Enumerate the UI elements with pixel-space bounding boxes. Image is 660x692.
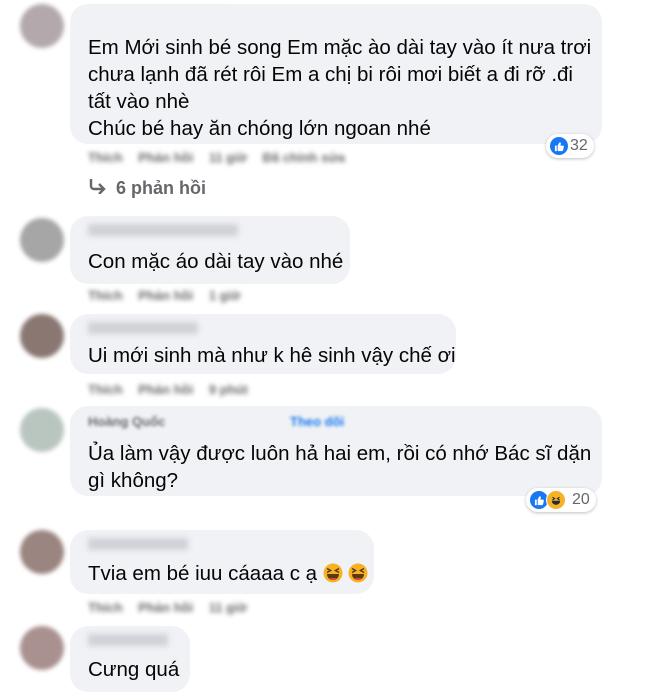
reaction-count: 20: [572, 491, 590, 508]
comment-text: Ui mới sinh mà như k hê sinh vậy chế ơi: [88, 344, 456, 367]
haha-icon: [546, 490, 566, 510]
follow-link[interactable]: Theo dõi: [290, 414, 344, 429]
comment-actions[interactable]: Thích Phản hồi 1 giờ: [88, 288, 252, 303]
timestamp[interactable]: 1 giờ: [209, 288, 241, 303]
avatar[interactable]: [20, 314, 64, 358]
commenter-name[interactable]: Hoàng Quốc: [88, 414, 165, 429]
reply-action[interactable]: Phản hồi: [138, 150, 193, 165]
comment-text: Cưng quá: [88, 658, 180, 681]
comment-bubble: Em Mới sinh bé song Em mặc ào dài tay và…: [70, 4, 602, 144]
avatar[interactable]: [20, 626, 64, 670]
avatar[interactable]: [20, 408, 64, 452]
comment-text: Em Mới sinh bé song Em mặc ào dài tay và…: [88, 36, 592, 140]
comment-bubble: Hoàng Quốc Theo dõi Ủa làm vậy được luôn…: [70, 406, 602, 496]
like-action[interactable]: Thích: [88, 150, 123, 165]
reply-action[interactable]: Phản hồi: [138, 382, 193, 397]
like-action[interactable]: Thích: [88, 382, 123, 397]
comment-bubble: Cưng quá: [70, 626, 190, 692]
timestamp[interactable]: 11 giờ: [209, 150, 247, 165]
comment-text: Con mặc áo dài tay vào nhé: [88, 250, 344, 273]
comment-actions[interactable]: Thích Phản hồi 9 phút: [88, 382, 260, 397]
comment-text: Tvia em bé iuu cáaaa c ạ: [88, 560, 368, 587]
squinting-laugh-emoji: [323, 563, 343, 583]
comment-bubble: Con mặc áo dài tay vào nhé: [70, 216, 350, 284]
reaction-count: 32: [570, 137, 588, 154]
commenter-name[interactable]: [88, 538, 188, 550]
commenter-name[interactable]: [88, 634, 168, 646]
squinting-laugh-emoji: [348, 563, 368, 583]
comment-text-content: Tvia em bé iuu cáaaa c ạ: [88, 562, 318, 585]
avatar[interactable]: [20, 530, 64, 574]
timestamp[interactable]: 9 phút: [209, 382, 248, 397]
comment-actions[interactable]: Thích Phản hồi 11 giờ Đã chỉnh sửa: [88, 150, 357, 165]
view-replies-link[interactable]: 6 phản hồi: [88, 178, 206, 199]
commenter-name[interactable]: [88, 224, 238, 236]
replies-count: 6 phản hồi: [116, 178, 206, 198]
commenter-name[interactable]: [88, 322, 198, 334]
reply-arrow-icon: [88, 178, 106, 199]
comment-text: Ủa làm vậy được luôn hả hai em, rồi có n…: [88, 442, 592, 492]
comment-actions[interactable]: Thích Phản hồi 11 giờ: [88, 600, 259, 615]
reaction-summary[interactable]: 20: [526, 488, 596, 512]
like-icon: [550, 137, 568, 155]
avatar[interactable]: [20, 218, 64, 262]
like-action[interactable]: Thích: [88, 600, 123, 615]
comment-bubble: Tvia em bé iuu cáaaa c ạ: [70, 530, 374, 594]
edited-label: Đã chỉnh sửa: [262, 150, 345, 165]
avatar[interactable]: [20, 4, 64, 48]
comment-bubble: Ui mới sinh mà như k hê sinh vậy chế ơi: [70, 314, 456, 374]
reaction-summary[interactable]: 32: [546, 134, 594, 158]
timestamp[interactable]: 11 giờ: [209, 600, 247, 615]
reply-action[interactable]: Phản hồi: [138, 288, 193, 303]
reply-action[interactable]: Phản hồi: [138, 600, 193, 615]
like-action[interactable]: Thích: [88, 288, 123, 303]
